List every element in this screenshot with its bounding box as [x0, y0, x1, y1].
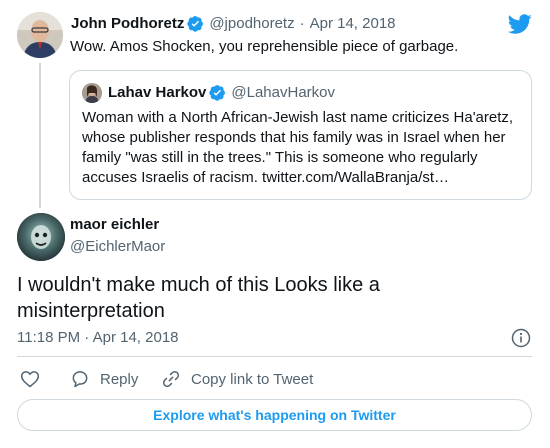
quoted-tweet[interactable]: Lahav Harkov @LahavHarkov Woman with a N… — [69, 70, 532, 200]
main-tweet-timestamp[interactable]: 11:18 PM · Apr 14, 2018 — [17, 329, 179, 346]
thread-connector-line — [39, 63, 41, 208]
quoted-text-line: accuses Israelis of racism. twitter.com/… — [82, 169, 450, 186]
quoted-tweet-header: Lahav Harkov @LahavHarkov — [108, 84, 335, 101]
reply-label[interactable]: Reply — [100, 371, 138, 388]
main-tweet-text: I wouldn't make much of this Looks like … — [17, 272, 527, 324]
link-icon — [162, 370, 180, 388]
copy-link-button[interactable]: Copy link to Tweet — [161, 368, 313, 390]
date-separator: · — [299, 15, 305, 32]
tweet-date[interactable]: Apr 14, 2018 — [93, 329, 179, 346]
heart-icon — [20, 371, 40, 388]
parent-tweet-header: John Podhoretz @jpodhoretz · Apr 14, 201… — [71, 15, 396, 32]
tweet-time[interactable]: 11:18 PM — [17, 329, 80, 346]
quoted-text-line: family "was still in the trees." This is… — [82, 149, 478, 166]
quoted-author-avatar — [82, 83, 102, 103]
reply-bubble-icon — [72, 371, 88, 388]
reply-button[interactable]: Reply — [70, 368, 138, 390]
like-button[interactable] — [20, 368, 40, 390]
quoted-tweet-text: Woman with a North African-Jewish last n… — [82, 108, 522, 188]
parent-tweet-date[interactable]: Apr 14, 2018 — [310, 15, 396, 32]
parent-author-avatar[interactable] — [17, 12, 63, 58]
copy-link-label[interactable]: Copy link to Tweet — [191, 371, 313, 388]
quoted-text-line: Woman with a North African-Jewish last n… — [82, 109, 514, 126]
parent-author-handle[interactable]: @jpodhoretz — [209, 15, 294, 32]
main-author-avatar[interactable] — [17, 213, 65, 261]
main-text-line: misinterpretation — [17, 300, 165, 322]
twitter-bird-icon[interactable] — [508, 12, 532, 36]
main-author-name[interactable]: maor eichler — [70, 216, 159, 233]
quoted-text-line: whose publisher responds that his family… — [82, 129, 506, 146]
parent-author-name[interactable]: John Podhoretz — [71, 15, 184, 32]
main-author-handle[interactable]: @EichlerMaor — [70, 238, 165, 255]
quoted-author-name: Lahav Harkov — [108, 84, 207, 101]
tweet-embed-card: John Podhoretz @jpodhoretz · Apr 14, 201… — [0, 0, 550, 448]
actions-divider — [17, 356, 532, 357]
main-text-line: I wouldn't make much of this Looks like … — [17, 274, 380, 296]
parent-tweet-text: Wow. Amos Shocken, you reprehensible pie… — [70, 38, 459, 55]
info-icon[interactable] — [511, 328, 531, 348]
verified-badge-icon — [187, 16, 204, 32]
date-separator: · — [84, 329, 90, 346]
explore-twitter-button[interactable]: Explore what's happening on Twitter — [17, 399, 532, 431]
verified-badge-icon — [209, 85, 226, 101]
quoted-author-handle: @LahavHarkov — [231, 84, 335, 101]
